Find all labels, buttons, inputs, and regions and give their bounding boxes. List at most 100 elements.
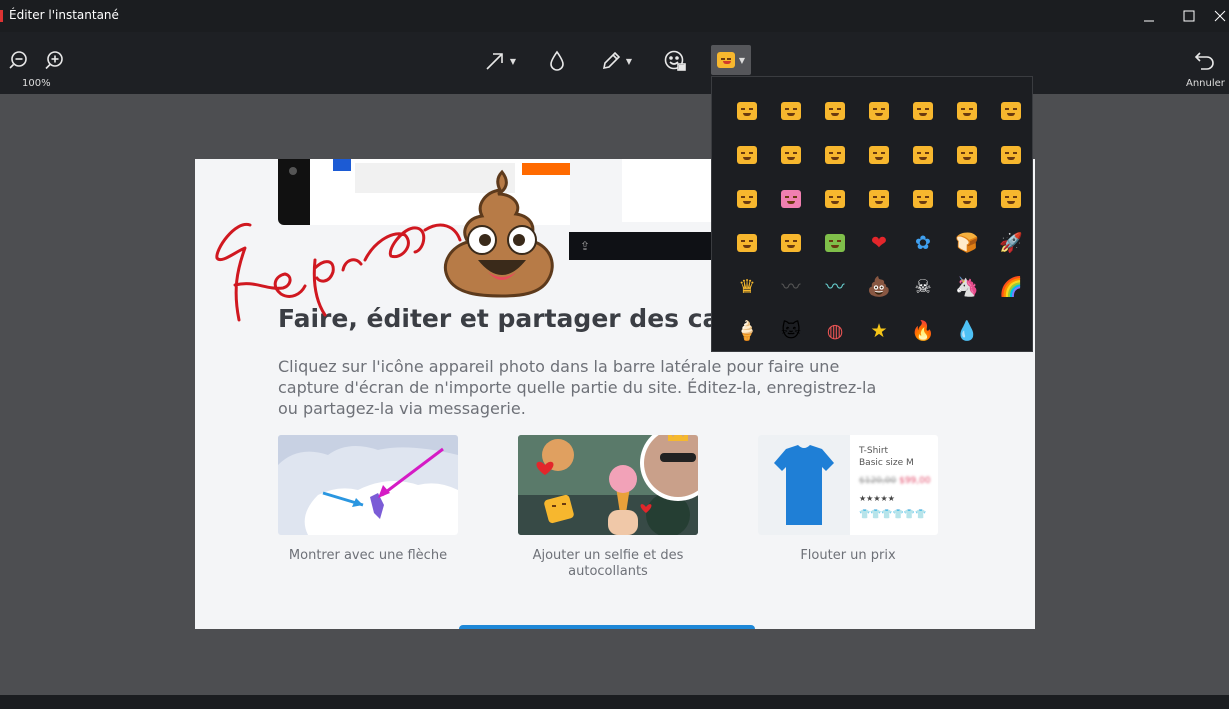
sticker-crown[interactable]: ♛ xyxy=(725,265,769,309)
sticker-face-1[interactable] xyxy=(725,89,769,133)
sticker-face-smirk[interactable] xyxy=(901,133,945,177)
mustache-dark-icon: 〰 xyxy=(781,275,801,298)
face-wink-icon xyxy=(957,146,977,164)
face-1-icon xyxy=(737,102,757,120)
sticker-face-sly[interactable] xyxy=(989,177,1033,221)
selfie-photo xyxy=(518,435,698,535)
sticker-face-heart-eyes[interactable] xyxy=(989,89,1033,133)
sticker-grid: ❤ ✿ 🍞 🚀 ♛ 〰 〰 💩 ☠ 🦄 🌈 🍦 🐱 ◍ ★ 🔥 💧 xyxy=(725,89,1033,353)
minimize-icon xyxy=(1144,20,1154,22)
poop-sticker[interactable] xyxy=(440,168,564,300)
card-label-arrow: Montrer avec une flèche xyxy=(288,548,448,563)
zoom-level: 100% xyxy=(22,78,51,89)
sticker-face-halo[interactable] xyxy=(725,133,769,177)
undo-icon xyxy=(1194,52,1214,70)
window-title: Éditer l'instantané xyxy=(9,8,119,22)
sticker-mustache-dark[interactable]: 〰 xyxy=(769,265,813,309)
zoom-out-icon xyxy=(9,51,27,69)
sticker-star[interactable]: ★ xyxy=(857,309,901,353)
face-sly-icon xyxy=(1001,190,1021,208)
pen-tool-button[interactable]: ▼ xyxy=(596,48,636,74)
sticker-pink-cat-head[interactable]: 🐱 xyxy=(769,309,813,353)
bottom-bar xyxy=(0,695,1229,709)
screenshot-share-bar: ⇪ xyxy=(569,232,711,260)
face-tongue-icon xyxy=(869,146,889,164)
tshirt-icon xyxy=(774,445,834,525)
handwriting-drawing xyxy=(215,223,462,322)
rainbow-icon: 🌈 xyxy=(999,275,1023,298)
face-grin-icon xyxy=(825,190,845,208)
face-2-icon xyxy=(781,102,801,120)
sticker-face-robot[interactable] xyxy=(813,221,857,265)
face-glasses-icon xyxy=(781,234,801,252)
sticker-droplet[interactable]: 💧 xyxy=(945,309,989,353)
sticker-face-4[interactable] xyxy=(857,89,901,133)
face-4-icon xyxy=(869,102,889,120)
sticker-heart[interactable]: ❤ xyxy=(857,221,901,265)
sticker-mustache-teal[interactable]: 〰 xyxy=(813,265,857,309)
sticker-face-grin[interactable] xyxy=(813,177,857,221)
sticker-fire[interactable]: 🔥 xyxy=(901,309,945,353)
zoom-in-button[interactable] xyxy=(42,48,66,72)
face-frown-icon xyxy=(913,190,933,208)
screenshot-fragment xyxy=(333,159,351,171)
zoom-out-button[interactable] xyxy=(8,48,32,72)
sticker-face-kiss[interactable] xyxy=(813,133,857,177)
screenshot-fragment xyxy=(622,159,717,222)
maximize-icon xyxy=(1183,10,1195,22)
face-rainbow-icon xyxy=(737,234,757,252)
sticker-rocket[interactable]: 🚀 xyxy=(989,221,1033,265)
face-5-icon xyxy=(913,102,933,120)
zoom-in-icon xyxy=(45,51,63,70)
selfie-button[interactable] xyxy=(661,48,689,74)
sticker-flower[interactable]: ✿ xyxy=(901,221,945,265)
chevron-down-icon: ▼ xyxy=(625,56,633,66)
card-selfie-image xyxy=(518,435,698,535)
sticker-face-mouth-open[interactable] xyxy=(725,177,769,221)
sticker-ice-cream[interactable]: 🍦 xyxy=(725,309,769,353)
sticker-face-frown[interactable] xyxy=(901,177,945,221)
product-size: Basic size M xyxy=(859,458,914,468)
sticker-button[interactable]: ▼ xyxy=(711,45,751,75)
sticker-face-content[interactable] xyxy=(945,177,989,221)
sticker-face-wink[interactable] xyxy=(945,133,989,177)
blur-tool-button[interactable] xyxy=(545,48,569,74)
face-3-icon xyxy=(825,102,845,120)
chevron-down-icon: ▼ xyxy=(738,55,746,65)
sticker-face-pink-cat[interactable] xyxy=(769,177,813,221)
sticker-face-3[interactable] xyxy=(813,89,857,133)
sticker-face-tears[interactable] xyxy=(769,133,813,177)
sticker-face-2[interactable] xyxy=(769,89,813,133)
sticker-face-glasses[interactable] xyxy=(769,221,813,265)
sticker-poop[interactable]: 💩 xyxy=(857,265,901,309)
sticker-unicorn[interactable]: 🦄 xyxy=(945,265,989,309)
face-6-icon xyxy=(957,102,977,120)
old-price: $120,00 xyxy=(859,476,897,486)
arrow-tool-button[interactable]: ▼ xyxy=(480,48,520,74)
arrow-icon xyxy=(486,53,503,70)
bread-icon: 🍞 xyxy=(955,231,979,254)
sticker-skull[interactable]: ☠ xyxy=(901,265,945,309)
sticker-rainbow[interactable]: 🌈 xyxy=(989,265,1033,309)
sticker-beach-ball[interactable]: ◍ xyxy=(813,309,857,353)
sticker-face-rainbow[interactable] xyxy=(725,221,769,265)
sticker-face-laugh[interactable] xyxy=(857,177,901,221)
fire-icon: 🔥 xyxy=(911,319,935,342)
card-arrow-image xyxy=(278,435,458,535)
undo-label: Annuler xyxy=(1186,78,1225,89)
undo-button[interactable] xyxy=(1193,48,1217,72)
close-icon xyxy=(1214,10,1226,22)
sticker-face-icon xyxy=(716,52,735,68)
close-button[interactable] xyxy=(1197,0,1229,32)
mustache-teal-icon: 〰 xyxy=(825,275,845,298)
droplet-icon: 💧 xyxy=(955,319,979,342)
sticker-bread[interactable]: 🍞 xyxy=(945,221,989,265)
sticker-face-6[interactable] xyxy=(945,89,989,133)
sticker-face-tongue[interactable] xyxy=(857,133,901,177)
sticker-face-5[interactable] xyxy=(901,89,945,133)
cta-button[interactable] xyxy=(459,625,755,629)
sticker-face-neutral[interactable] xyxy=(989,133,1033,177)
face-kiss-icon xyxy=(825,146,845,164)
share-icon: ⇪ xyxy=(580,239,591,253)
title-bar: Éditer l'instantané xyxy=(0,0,1229,32)
